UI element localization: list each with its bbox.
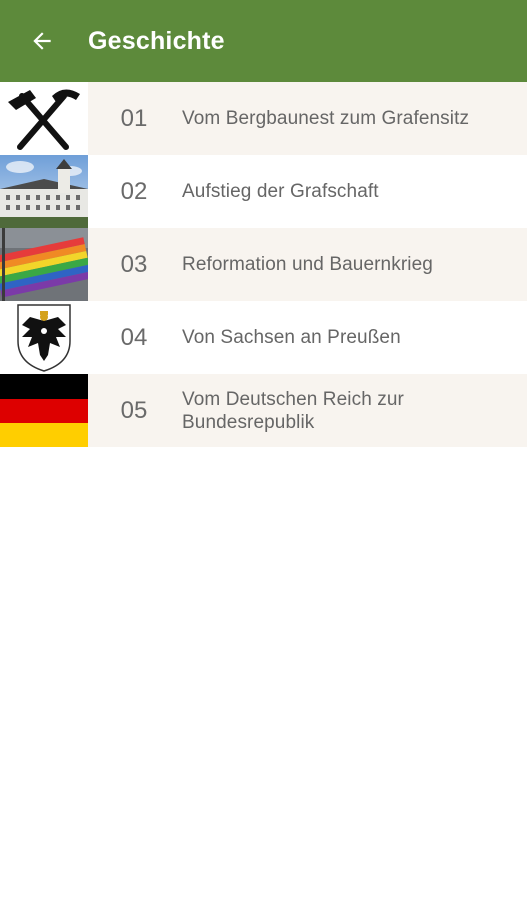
chapter-title: Vom Bergbaunest zum Grafensitz bbox=[182, 108, 470, 129]
list-item-05[interactable]: 05 Vom Deutschen Reich zur Bundesrepubli… bbox=[0, 374, 527, 447]
chapter-title: Reformation und Bauernkrieg bbox=[182, 254, 433, 275]
chapter-number: 04 bbox=[120, 323, 148, 351]
arrow-left-icon bbox=[33, 32, 51, 50]
list-item-01[interactable]: 01 Vom Bergbaunest zum Grafensitz bbox=[0, 82, 527, 155]
hammer-and-pick-icon bbox=[0, 82, 88, 155]
chapter-list: 01 Vom Bergbaunest zum Grafensitz 02 Auf… bbox=[0, 82, 527, 447]
page-title: Geschichte bbox=[88, 26, 225, 55]
chapter-title: Aufstieg der Grafschaft bbox=[182, 181, 379, 202]
chapter-number: 05 bbox=[120, 396, 148, 424]
history-screen: Geschichte 01 Vom Bergbaunest zum Grafen… bbox=[0, 0, 527, 900]
chapter-number: 02 bbox=[120, 177, 148, 205]
castle-photo bbox=[0, 155, 88, 228]
back-button[interactable] bbox=[22, 21, 62, 61]
list-item-04[interactable]: 04 Von Sachsen an Preußen bbox=[0, 301, 527, 374]
list-item-02[interactable]: 02 Aufstieg der Grafschaft bbox=[0, 155, 527, 228]
app-toolbar: Geschichte bbox=[0, 0, 527, 82]
german-flag bbox=[0, 374, 88, 447]
chapter-number: 03 bbox=[120, 250, 148, 278]
rainbow-flag-photo bbox=[0, 228, 88, 301]
prussian-eagle-coat-of-arms bbox=[0, 301, 88, 374]
chapter-number: 01 bbox=[120, 104, 148, 132]
chapter-title: Vom Deutschen Reich zur Bundesrepublik bbox=[182, 388, 404, 433]
chapter-title: Von Sachsen an Preußen bbox=[182, 327, 401, 348]
list-item-03[interactable]: 03 Reformation und Bauernkrieg bbox=[0, 228, 527, 301]
